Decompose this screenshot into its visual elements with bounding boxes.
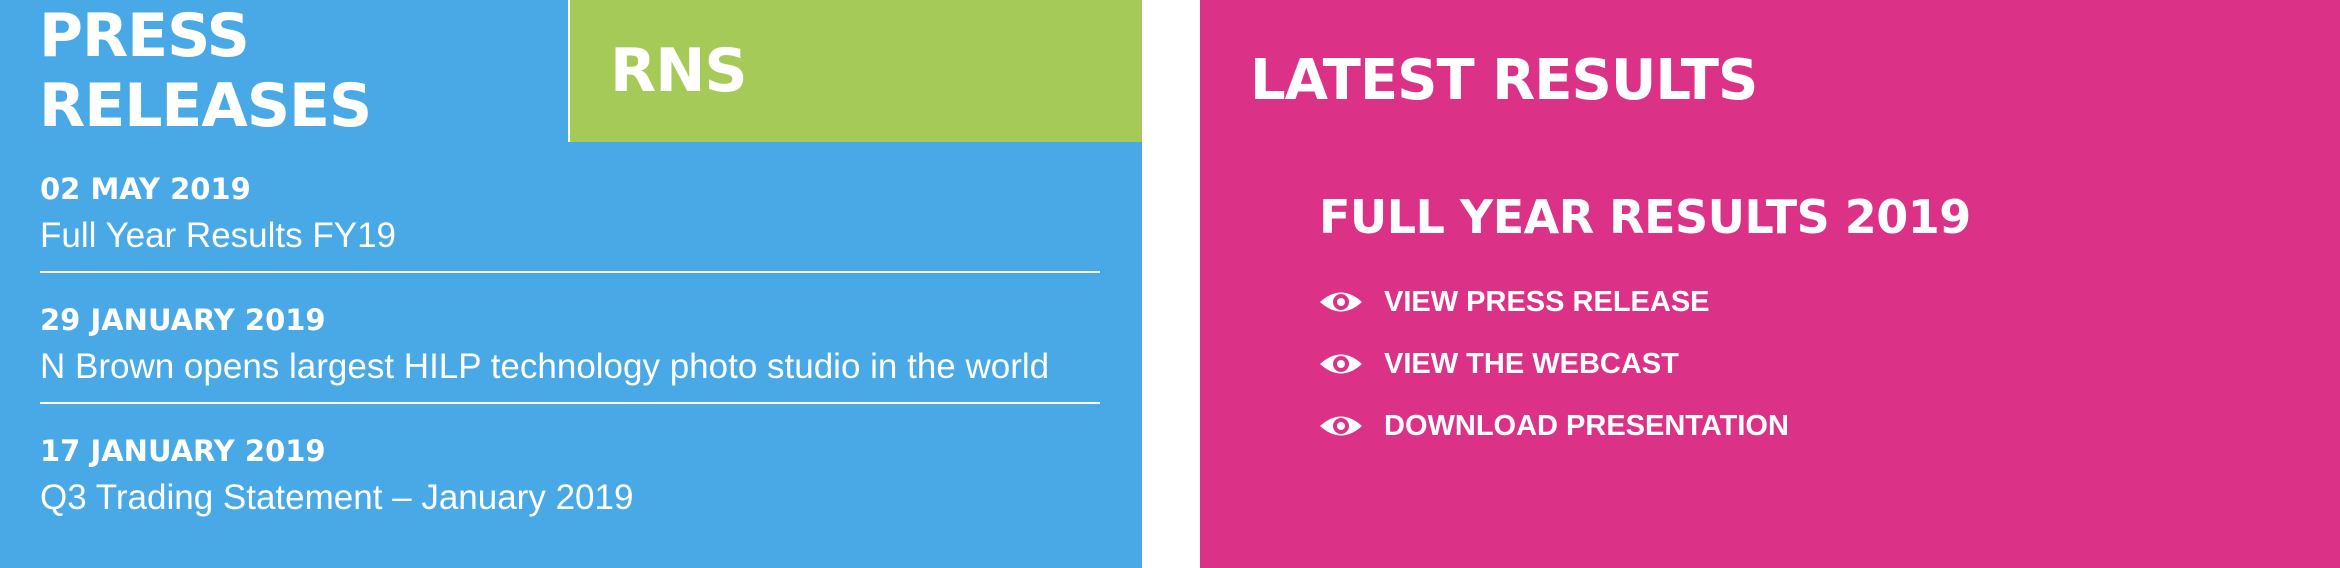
view-webcast-link[interactable]: VIEW THE WEBCAST: [1318, 344, 1789, 384]
tab-rns[interactable]: RNS: [568, 0, 1142, 142]
press-release-item[interactable]: 02 MAY 2019 Full Year Results FY19: [40, 142, 1100, 273]
eye-icon: [1320, 354, 1362, 374]
press-release-title[interactable]: Q3 Trading Statement – January 2019: [40, 476, 1100, 520]
press-release-list: 02 MAY 2019 Full Year Results FY19 29 JA…: [40, 142, 1100, 535]
press-release-item[interactable]: 17 JANUARY 2019 Q3 Trading Statement – J…: [40, 404, 1100, 535]
view-webcast-label: VIEW THE WEBCAST: [1384, 347, 1679, 380]
tab-rns-label: RNS: [610, 36, 748, 106]
press-release-title[interactable]: N Brown opens largest HILP technology ph…: [40, 345, 1100, 389]
press-release-date: 17 JANUARY 2019: [40, 434, 326, 468]
press-releases-panel: PRESS RELEASES RNS 02 MAY 2019 Full Year…: [0, 0, 1142, 568]
download-presentation-link[interactable]: DOWNLOAD PRESENTATION: [1318, 406, 1789, 446]
tab-press-releases[interactable]: PRESS RELEASES: [0, 0, 568, 142]
press-release-date: 29 JANUARY 2019: [40, 303, 326, 337]
eye-icon: [1320, 416, 1362, 436]
results-subheading: FULL YEAR RESULTS 2019: [1319, 190, 1971, 244]
results-links: VIEW PRESS RELEASE VIEW THE WEBCAST DOWN…: [1318, 282, 1789, 468]
download-presentation-label: DOWNLOAD PRESENTATION: [1384, 409, 1789, 442]
tab-press-releases-label: PRESS RELEASES: [39, 1, 372, 141]
press-release-title[interactable]: Full Year Results FY19: [40, 214, 1100, 258]
latest-results-heading: LATEST RESULTS: [1250, 48, 1758, 113]
press-release-item[interactable]: 29 JANUARY 2019 N Brown opens largest HI…: [40, 273, 1100, 404]
view-press-release-link[interactable]: VIEW PRESS RELEASE: [1318, 282, 1789, 322]
press-release-date: 02 MAY 2019: [40, 172, 251, 206]
eye-icon: [1320, 292, 1362, 312]
view-press-release-label: VIEW PRESS RELEASE: [1384, 285, 1710, 318]
latest-results-panel: LATEST RESULTS FULL YEAR RESULTS 2019 VI…: [1200, 0, 2340, 568]
